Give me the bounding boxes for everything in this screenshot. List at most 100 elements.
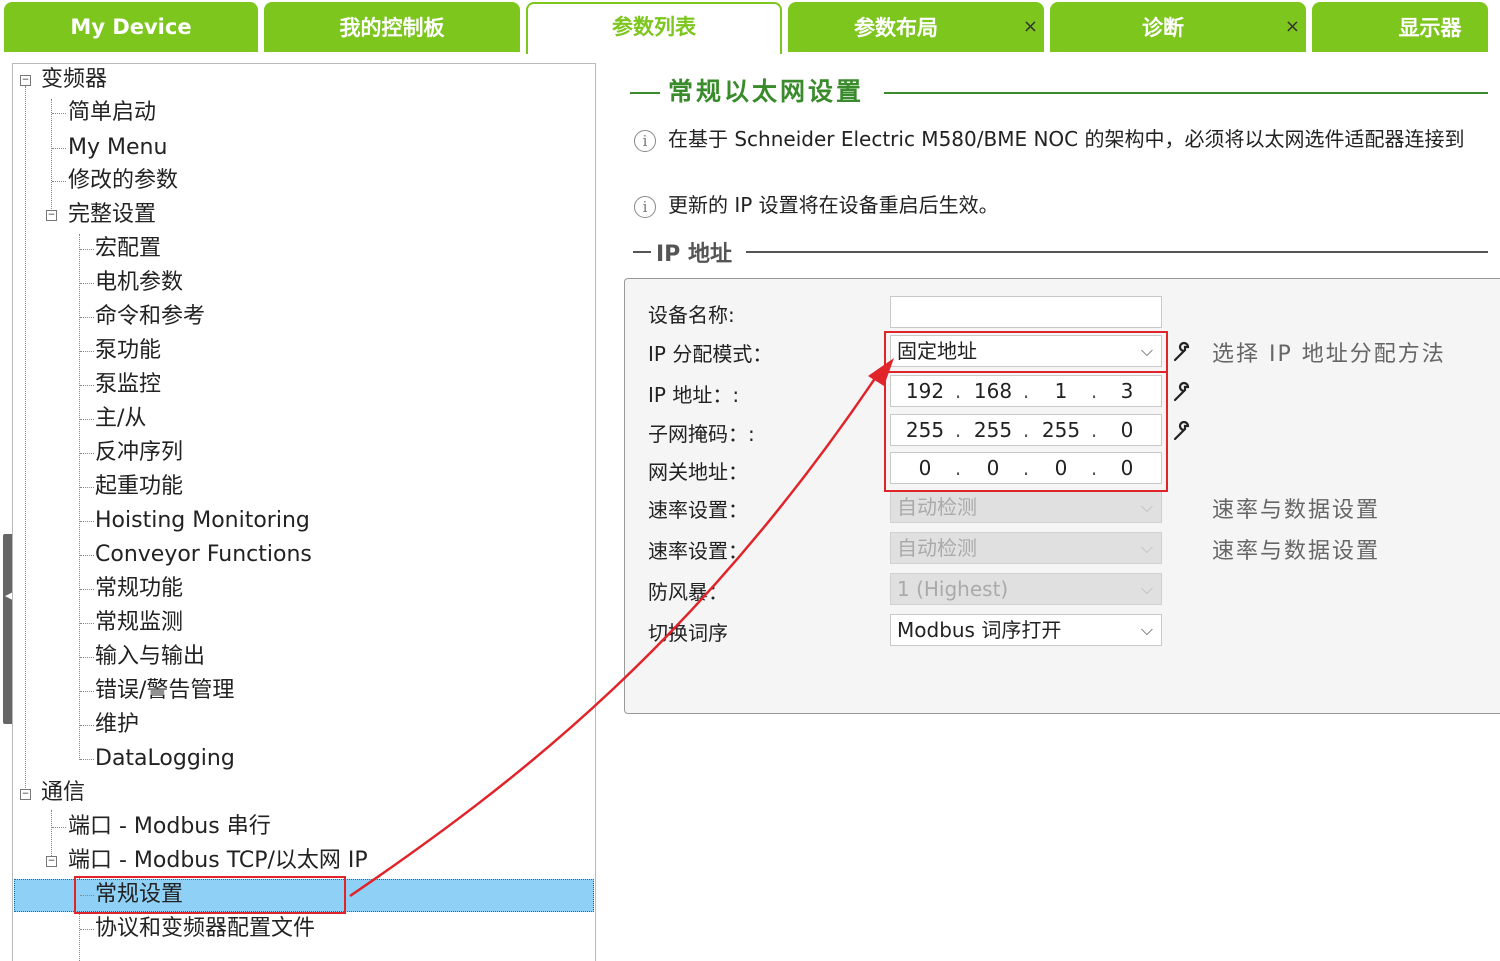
tree-line: [80, 521, 94, 522]
collapse-toggle[interactable]: −: [46, 210, 57, 221]
tree-line: [25, 86, 26, 794]
tree-item-generic-monitoring[interactable]: 常规监测: [95, 607, 183, 639]
tree-item-port-serial[interactable]: 端口 - Modbus 串行: [68, 811, 271, 843]
tab-label: 我的控制板: [339, 16, 445, 40]
rate-value: 自动检测: [897, 536, 977, 560]
label-ip-address: IP 地址：:: [648, 383, 740, 407]
word-order-select[interactable]: Modbus 词序打开 ⌵: [890, 614, 1162, 646]
device-name-input[interactable]: [890, 296, 1162, 328]
tree-item-datalogging[interactable]: DataLogging: [95, 743, 235, 775]
tab-my-dashboard[interactable]: 我的控制板: [264, 2, 520, 52]
tree-item-master-slave[interactable]: 主/从: [95, 403, 146, 435]
tree-item-my-menu[interactable]: My Menu: [68, 132, 167, 164]
info-icon: i: [634, 195, 656, 218]
tree-line: [80, 657, 94, 658]
tree-line: [52, 113, 66, 114]
chevron-down-icon: ⌵: [1140, 538, 1153, 557]
tree-item-communication[interactable]: 通信: [41, 777, 85, 809]
tab-label: 参数布局: [854, 16, 938, 40]
tree-line: [52, 181, 66, 182]
info-icon: i: [634, 129, 656, 152]
tree-line: [51, 810, 52, 860]
tree-line: [79, 234, 80, 760]
tree-item-pump-monitoring[interactable]: 泵监控: [95, 369, 161, 401]
tree-line: [80, 487, 94, 488]
tree-line: [80, 385, 94, 386]
label-storm-protection: 防风暴：: [648, 580, 728, 604]
label-rate-setting-2: 速率设置：: [648, 539, 748, 563]
close-icon[interactable]: ×: [1023, 16, 1038, 37]
section-title: 常规以太网设置: [668, 77, 865, 106]
chevron-down-icon: ⌵: [1140, 579, 1153, 598]
tree-item-pump-functions[interactable]: 泵功能: [95, 335, 161, 367]
tree-item-backlash[interactable]: 反冲序列: [95, 437, 183, 469]
label-word-order: 切换词序: [648, 621, 728, 645]
tree-item-macro[interactable]: 宏配置: [95, 233, 161, 265]
tab-parameter-list[interactable]: 参数列表: [526, 2, 782, 54]
tree-item-io[interactable]: 输入与输出: [95, 641, 205, 673]
collapse-toggle[interactable]: −: [20, 75, 31, 86]
tree-item-motor[interactable]: 电机参数: [95, 267, 183, 299]
hint-rate-2: 速率与数据设置: [1212, 539, 1381, 564]
title-rule: [884, 92, 1488, 94]
tree-line: [80, 555, 94, 556]
wrench-icon[interactable]: [1172, 420, 1194, 447]
tree-item-complete-settings[interactable]: 完整设置: [68, 199, 156, 231]
annotation-box-ip-fields: [884, 371, 1168, 492]
tree-item-protocol-config[interactable]: 协议和变频器配置文件: [95, 913, 315, 945]
label-gateway: 网关地址：: [648, 460, 748, 484]
tree-line: [80, 589, 94, 590]
tree-item-generic-functions[interactable]: 常规功能: [95, 573, 183, 605]
tab-bar: My Device 我的控制板 参数列表 参数布局 × 诊断 × 显示器: [0, 0, 1500, 54]
tree-item-modified-params[interactable]: 修改的参数: [68, 165, 178, 197]
collapse-toggle[interactable]: −: [46, 856, 57, 867]
tab-label: My Device: [70, 15, 192, 39]
tree-item-hoisting-monitoring[interactable]: Hoisting Monitoring: [95, 505, 310, 537]
tree-line: [80, 317, 94, 318]
tab-parameter-layout[interactable]: 参数布局 ×: [788, 2, 1044, 52]
info-message-restart: i 更新的 IP 设置将在设备重启后生效。: [634, 189, 999, 218]
hint-ip-mode: 选择 IP 地址分配方法: [1212, 342, 1446, 367]
wrench-icon[interactable]: [1172, 341, 1194, 368]
tree-item-conveyor[interactable]: Conveyor Functions: [95, 539, 312, 571]
tree-item-error-management[interactable]: 错误/警告管理: [95, 675, 234, 707]
info-message-architecture: i 在基于 Schneider Electric M580/BME NOC 的架构…: [634, 123, 1464, 152]
tree-item-hoisting[interactable]: 起重功能: [95, 471, 183, 503]
tree-item-maintenance[interactable]: 维护: [95, 709, 139, 741]
tree-item-command[interactable]: 命令和参考: [95, 301, 205, 333]
tab-label: 诊断: [1142, 16, 1184, 40]
annotation-box-ip-mode: [884, 331, 1168, 373]
tree-item-port-tcp[interactable]: 端口 - Modbus TCP/以太网 IP: [68, 845, 368, 877]
chevron-down-icon: ⌵: [1140, 620, 1153, 639]
info-text: 在基于 Schneider Electric M580/BME NOC 的架构中…: [668, 127, 1465, 151]
tab-display[interactable]: 显示器: [1312, 2, 1488, 52]
wrench-icon[interactable]: [1172, 381, 1194, 408]
label-device-name: 设备名称:: [648, 303, 735, 327]
subsection-rule: [633, 251, 651, 253]
label-ip-mode: IP 分配模式：: [648, 342, 773, 366]
collapse-toggle[interactable]: −: [20, 789, 31, 800]
label-subnet-mask: 子网掩码：:: [648, 422, 755, 446]
chevron-down-icon: ⌵: [1140, 497, 1153, 516]
word-order-value: Modbus 词序打开: [897, 618, 1062, 642]
tree-line: [80, 419, 94, 420]
rate-setting-select-1: 自动检测 ⌵: [890, 491, 1162, 523]
tree-item-drive[interactable]: 变频器: [41, 64, 107, 96]
rate-value: 自动检测: [897, 495, 977, 519]
tree-line: [80, 759, 94, 760]
storm-value: 1 (Highest): [897, 577, 1009, 601]
tree-line: [80, 691, 94, 692]
tree-item-simple-start[interactable]: 简单启动: [68, 97, 156, 129]
tab-my-device[interactable]: My Device: [4, 2, 258, 52]
subsection-rule: [746, 251, 1488, 253]
tree-line: [51, 99, 52, 213]
tree-line: [80, 351, 94, 352]
close-icon[interactable]: ×: [1285, 16, 1300, 37]
tree-line: [52, 148, 66, 149]
storm-protection-select: 1 (Highest) ⌵: [890, 573, 1162, 605]
tree-line: [80, 623, 94, 624]
tree-line: [80, 283, 94, 284]
tree-line: [80, 929, 94, 930]
tab-diagnostics[interactable]: 诊断 ×: [1050, 2, 1306, 52]
tab-label: 显示器: [1398, 16, 1462, 40]
